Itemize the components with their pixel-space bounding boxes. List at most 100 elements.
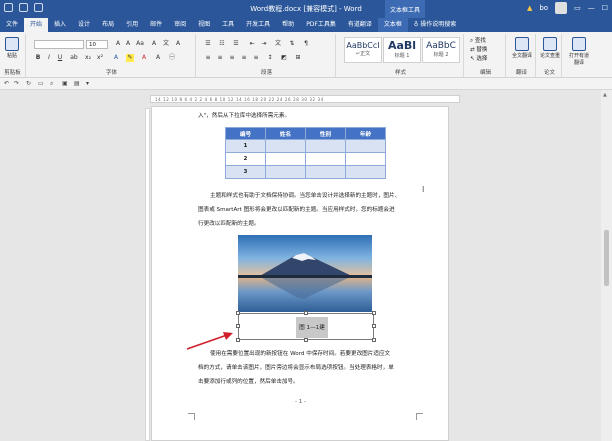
refresh-icon[interactable]: ↻ — [26, 80, 31, 87]
undo-icon[interactable]: ↶ — [4, 80, 9, 87]
table-cell[interactable] — [265, 139, 306, 153]
superscript-icon[interactable]: x² — [96, 54, 104, 62]
resize-handle[interactable] — [304, 311, 308, 315]
show-marks-icon[interactable]: ¶ — [302, 40, 310, 48]
tab-youdao[interactable]: 有道翻译 — [342, 18, 378, 32]
resize-handle[interactable] — [236, 311, 240, 315]
full-translate-button[interactable]: 全文翻译 — [510, 37, 534, 59]
strikethrough-icon[interactable]: ab — [70, 54, 78, 62]
replace-button[interactable]: ⇄ 替换 — [470, 46, 487, 55]
font-name-combo[interactable] — [34, 40, 84, 49]
highlight-icon[interactable]: ✎ — [126, 54, 134, 62]
decrease-indent-icon[interactable]: ⇤ — [248, 40, 256, 48]
sort-icon[interactable]: ⇅ — [288, 40, 296, 48]
increase-indent-icon[interactable]: ⇥ — [260, 40, 268, 48]
enclose-char-icon[interactable]: ㊀ — [168, 54, 176, 62]
multilevel-list-icon[interactable]: ☰ — [232, 40, 240, 48]
tab-help[interactable]: 帮助 — [276, 18, 300, 32]
change-case-icon[interactable]: Aa — [136, 40, 144, 48]
tab-layout[interactable]: 布局 — [96, 18, 120, 32]
table-header-cell[interactable]: 年龄 — [345, 127, 386, 140]
customize-icon[interactable]: ▾ — [86, 80, 89, 87]
avatar[interactable] — [555, 2, 568, 14]
tab-mailings[interactable]: 邮件 — [144, 18, 168, 32]
vertical-ruler[interactable] — [145, 108, 150, 441]
caption-textbox[interactable]: 图 1—1建 — [236, 311, 376, 342]
tab-review[interactable]: 审阅 — [168, 18, 192, 32]
phonetic-icon[interactable]: 文 — [162, 40, 170, 48]
table-cell[interactable] — [345, 165, 386, 179]
tab-developer[interactable]: 开发工具 — [240, 18, 276, 32]
format-icon[interactable]: ▤ — [74, 80, 80, 87]
char-shading-icon[interactable]: A — [154, 54, 162, 62]
bold-icon[interactable]: B — [34, 54, 42, 62]
preview-icon[interactable]: ⌕ — [50, 80, 53, 88]
tab-home[interactable]: 开始 — [24, 18, 49, 32]
resize-handle[interactable] — [372, 338, 376, 342]
align-left-icon[interactable]: ≡ — [204, 54, 212, 62]
resize-handle[interactable] — [304, 338, 308, 342]
shrink-font-icon[interactable]: A — [124, 40, 132, 48]
table-cell[interactable] — [345, 152, 386, 166]
image-icon[interactable]: ▣ — [62, 80, 68, 87]
table-row[interactable]: 2 — [225, 152, 386, 166]
paste-button[interactable]: 粘贴 — [1, 37, 23, 59]
table-header-cell[interactable]: 性别 — [305, 127, 346, 140]
font-size-combo[interactable]: 10 — [86, 40, 108, 49]
align-right-icon[interactable]: ≡ — [228, 54, 236, 62]
resize-handle[interactable] — [372, 324, 376, 328]
italic-icon[interactable]: I — [45, 54, 53, 62]
numbering-icon[interactable]: ☷ — [218, 40, 226, 48]
user-name[interactable]: bo — [539, 4, 548, 12]
find-button[interactable]: ⌕ 查找 — [470, 37, 487, 46]
open-youdao-button[interactable]: 打开有道翻译 — [567, 37, 591, 66]
char-border-icon[interactable]: A — [174, 40, 182, 48]
table-row[interactable]: 1 — [225, 139, 386, 153]
resize-handle[interactable] — [372, 311, 376, 315]
text-effects-icon[interactable]: A — [112, 54, 120, 62]
table-row[interactable]: 3 — [225, 165, 386, 179]
vertical-scrollbar[interactable]: ▲ — [601, 90, 612, 441]
table-cell[interactable] — [345, 139, 386, 153]
tab-pdf-tools[interactable]: PDF工具集 — [300, 18, 342, 32]
underline-icon[interactable]: U — [56, 54, 64, 62]
maximize-icon[interactable]: ☐ — [602, 4, 608, 12]
subscript-icon[interactable]: x₂ — [84, 54, 92, 62]
table-cell[interactable]: 1 — [225, 139, 266, 153]
table-cell[interactable] — [265, 152, 306, 166]
ribbon-options-icon[interactable]: ▭ — [574, 4, 581, 12]
tab-tools[interactable]: 工具 — [216, 18, 240, 32]
redo-icon[interactable]: ↷ — [14, 80, 19, 87]
table-cell[interactable] — [305, 152, 346, 166]
paper-check-button[interactable]: 论文查重 — [538, 37, 562, 59]
scroll-thumb[interactable] — [604, 230, 609, 286]
table-cell[interactable] — [305, 165, 346, 179]
print-icon[interactable]: ▭ — [38, 80, 44, 87]
tab-design[interactable]: 设计 — [72, 18, 96, 32]
align-center-icon[interactable]: ≡ — [216, 54, 224, 62]
tab-references[interactable]: 引用 — [120, 18, 144, 32]
style-heading-2[interactable]: AaBbC 标题 2 — [422, 37, 460, 63]
table-cell[interactable] — [305, 139, 346, 153]
clear-format-icon[interactable]: A — [150, 40, 158, 48]
horizontal-ruler[interactable]: 14 12 10 8 6 4 2 2 4 6 8 10 12 14 16 18 … — [150, 95, 460, 103]
lake-mountain-photo[interactable] — [238, 235, 372, 312]
tab-view[interactable]: 视图 — [192, 18, 216, 32]
style-normal[interactable]: AaBbCcI ↵正文 — [344, 37, 382, 63]
chinese-layout-icon[interactable]: 文 — [274, 40, 282, 48]
table-cell[interactable]: 3 — [225, 165, 266, 179]
bullets-icon[interactable]: ☰ — [204, 40, 212, 48]
style-heading-1[interactable]: AaBl 标题 1 — [383, 37, 421, 63]
minimize-icon[interactable]: — — [588, 4, 595, 12]
scroll-up-icon[interactable]: ▲ — [603, 92, 607, 98]
distribute-icon[interactable]: ≡ — [252, 54, 260, 62]
warning-icon[interactable]: ▲ — [527, 4, 532, 12]
tab-file[interactable]: 文件 — [0, 18, 24, 32]
justify-icon[interactable]: ≡ — [240, 54, 248, 62]
table-header-cell[interactable]: 编号 — [225, 127, 266, 140]
tab-textbox[interactable]: 文本框 — [377, 18, 408, 32]
data-table[interactable]: 编号 姓名 性别 年龄 1 2 3 — [225, 127, 386, 179]
table-header-cell[interactable]: 姓名 — [265, 127, 306, 140]
grow-font-icon[interactable]: A — [114, 40, 122, 48]
table-cell[interactable]: 2 — [225, 152, 266, 166]
